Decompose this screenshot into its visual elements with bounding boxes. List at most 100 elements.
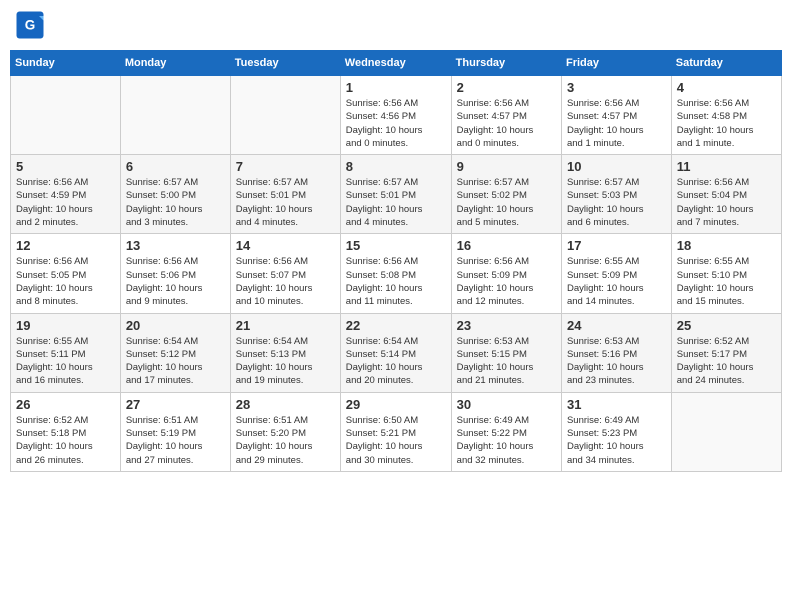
calendar-cell: 25 Sunrise: 6:52 AM Sunset: 5:17 PM Dayli… [671, 313, 781, 392]
day-number: 11 [677, 159, 776, 174]
day-info: Sunrise: 6:55 AM Sunset: 5:10 PM Dayligh… [677, 255, 776, 308]
day-info: Sunrise: 6:56 AM Sunset: 4:59 PM Dayligh… [16, 176, 115, 229]
calendar-cell: 31 Sunrise: 6:49 AM Sunset: 5:23 PM Dayli… [561, 392, 671, 471]
day-info: Sunrise: 6:55 AM Sunset: 5:11 PM Dayligh… [16, 335, 115, 388]
day-number: 18 [677, 238, 776, 253]
day-info: Sunrise: 6:51 AM Sunset: 5:20 PM Dayligh… [236, 414, 335, 467]
logo: G [15, 10, 47, 40]
calendar-cell [671, 392, 781, 471]
day-number: 15 [346, 238, 446, 253]
day-info: Sunrise: 6:52 AM Sunset: 5:17 PM Dayligh… [677, 335, 776, 388]
day-number: 28 [236, 397, 335, 412]
day-number: 19 [16, 318, 115, 333]
calendar-table: SundayMondayTuesdayWednesdayThursdayFrid… [10, 50, 782, 472]
day-info: Sunrise: 6:49 AM Sunset: 5:22 PM Dayligh… [457, 414, 556, 467]
day-number: 23 [457, 318, 556, 333]
day-info: Sunrise: 6:49 AM Sunset: 5:23 PM Dayligh… [567, 414, 666, 467]
day-info: Sunrise: 6:53 AM Sunset: 5:15 PM Dayligh… [457, 335, 556, 388]
calendar-cell: 29Sunrise: 6:50 AM Sunset: 5:21 PM Dayli… [340, 392, 451, 471]
calendar-cell: 16 Sunrise: 6:56 AM Sunset: 5:09 PM Dayli… [451, 234, 561, 313]
calendar-cell: 2 Sunrise: 6:56 AM Sunset: 4:57 PM Daylig… [451, 76, 561, 155]
day-info: Sunrise: 6:56 AM Sunset: 5:04 PM Dayligh… [677, 176, 776, 229]
calendar-cell: 27Sunrise: 6:51 AM Sunset: 5:19 PM Dayli… [120, 392, 230, 471]
calendar-week-row: 19 Sunrise: 6:55 AM Sunset: 5:11 PM Dayli… [11, 313, 782, 392]
calendar-cell: 6 Sunrise: 6:57 AM Sunset: 5:00 PM Daylig… [120, 155, 230, 234]
calendar-cell: 21 Sunrise: 6:54 AM Sunset: 5:13 PM Dayli… [230, 313, 340, 392]
calendar-cell: 9 Sunrise: 6:57 AM Sunset: 5:02 PM Daylig… [451, 155, 561, 234]
day-number: 6 [126, 159, 225, 174]
day-number: 29 [346, 397, 446, 412]
calendar-week-row: 5 Sunrise: 6:56 AM Sunset: 4:59 PM Daylig… [11, 155, 782, 234]
calendar-cell: 17 Sunrise: 6:55 AM Sunset: 5:09 PM Dayli… [561, 234, 671, 313]
day-info: Sunrise: 6:57 AM Sunset: 5:00 PM Dayligh… [126, 176, 225, 229]
day-number: 24 [567, 318, 666, 333]
day-info: Sunrise: 6:56 AM Sunset: 5:07 PM Dayligh… [236, 255, 335, 308]
day-number: 16 [457, 238, 556, 253]
calendar-week-row: 12 Sunrise: 6:56 AM Sunset: 5:05 PM Dayli… [11, 234, 782, 313]
day-info: Sunrise: 6:52 AM Sunset: 5:18 PM Dayligh… [16, 414, 115, 467]
day-info: Sunrise: 6:56 AM Sunset: 4:56 PM Dayligh… [346, 97, 446, 150]
calendar-cell: 26 Sunrise: 6:52 AM Sunset: 5:18 PM Dayli… [11, 392, 121, 471]
day-info: Sunrise: 6:55 AM Sunset: 5:09 PM Dayligh… [567, 255, 666, 308]
calendar-cell: 14 Sunrise: 6:56 AM Sunset: 5:07 PM Dayli… [230, 234, 340, 313]
day-info: Sunrise: 6:54 AM Sunset: 5:14 PM Dayligh… [346, 335, 446, 388]
day-number: 9 [457, 159, 556, 174]
day-number: 5 [16, 159, 115, 174]
calendar-cell: 15 Sunrise: 6:56 AM Sunset: 5:08 PM Dayli… [340, 234, 451, 313]
day-number: 22 [346, 318, 446, 333]
calendar-cell: 4 Sunrise: 6:56 AM Sunset: 4:58 PM Daylig… [671, 76, 781, 155]
day-info: Sunrise: 6:56 AM Sunset: 5:08 PM Dayligh… [346, 255, 446, 308]
calendar-cell: 23 Sunrise: 6:53 AM Sunset: 5:15 PM Dayli… [451, 313, 561, 392]
calendar-cell: 18 Sunrise: 6:55 AM Sunset: 5:10 PM Dayli… [671, 234, 781, 313]
day-number: 31 [567, 397, 666, 412]
day-info: Sunrise: 6:51 AM Sunset: 5:19 PM Dayligh… [126, 414, 225, 467]
calendar-cell [120, 76, 230, 155]
calendar-week-row: 26 Sunrise: 6:52 AM Sunset: 5:18 PM Dayli… [11, 392, 782, 471]
calendar-cell: 1Sunrise: 6:56 AM Sunset: 4:56 PM Daylig… [340, 76, 451, 155]
calendar-header-sunday: Sunday [11, 51, 121, 76]
calendar-cell: 12 Sunrise: 6:56 AM Sunset: 5:05 PM Dayli… [11, 234, 121, 313]
day-number: 25 [677, 318, 776, 333]
day-number: 2 [457, 80, 556, 95]
day-info: Sunrise: 6:53 AM Sunset: 5:16 PM Dayligh… [567, 335, 666, 388]
calendar-header-wednesday: Wednesday [340, 51, 451, 76]
calendar-header-friday: Friday [561, 51, 671, 76]
calendar-cell: 30 Sunrise: 6:49 AM Sunset: 5:22 PM Dayli… [451, 392, 561, 471]
page-header: G [10, 10, 782, 40]
calendar-header-row: SundayMondayTuesdayWednesdayThursdayFrid… [11, 51, 782, 76]
logo-icon: G [15, 10, 45, 40]
day-number: 21 [236, 318, 335, 333]
day-number: 8 [346, 159, 446, 174]
day-number: 12 [16, 238, 115, 253]
day-number: 30 [457, 397, 556, 412]
day-number: 26 [16, 397, 115, 412]
day-info: Sunrise: 6:56 AM Sunset: 4:58 PM Dayligh… [677, 97, 776, 150]
day-info: Sunrise: 6:56 AM Sunset: 4:57 PM Dayligh… [457, 97, 556, 150]
calendar-cell: 8Sunrise: 6:57 AM Sunset: 5:01 PM Daylig… [340, 155, 451, 234]
day-number: 17 [567, 238, 666, 253]
day-info: Sunrise: 6:56 AM Sunset: 5:09 PM Dayligh… [457, 255, 556, 308]
calendar-cell: 24 Sunrise: 6:53 AM Sunset: 5:16 PM Dayli… [561, 313, 671, 392]
day-number: 10 [567, 159, 666, 174]
day-number: 14 [236, 238, 335, 253]
calendar-cell: 7 Sunrise: 6:57 AM Sunset: 5:01 PM Daylig… [230, 155, 340, 234]
day-info: Sunrise: 6:57 AM Sunset: 5:02 PM Dayligh… [457, 176, 556, 229]
day-number: 3 [567, 80, 666, 95]
calendar-header-thursday: Thursday [451, 51, 561, 76]
calendar-cell [11, 76, 121, 155]
calendar-cell: 11 Sunrise: 6:56 AM Sunset: 5:04 PM Dayli… [671, 155, 781, 234]
calendar-cell: 19 Sunrise: 6:55 AM Sunset: 5:11 PM Dayli… [11, 313, 121, 392]
calendar-header-saturday: Saturday [671, 51, 781, 76]
day-info: Sunrise: 6:54 AM Sunset: 5:13 PM Dayligh… [236, 335, 335, 388]
day-info: Sunrise: 6:56 AM Sunset: 5:06 PM Dayligh… [126, 255, 225, 308]
day-number: 4 [677, 80, 776, 95]
calendar-cell: 13 Sunrise: 6:56 AM Sunset: 5:06 PM Dayli… [120, 234, 230, 313]
day-info: Sunrise: 6:57 AM Sunset: 5:01 PM Dayligh… [236, 176, 335, 229]
calendar-header-tuesday: Tuesday [230, 51, 340, 76]
day-number: 13 [126, 238, 225, 253]
calendar-cell [230, 76, 340, 155]
calendar-cell: 5 Sunrise: 6:56 AM Sunset: 4:59 PM Daylig… [11, 155, 121, 234]
calendar-header-monday: Monday [120, 51, 230, 76]
day-number: 7 [236, 159, 335, 174]
day-info: Sunrise: 6:56 AM Sunset: 5:05 PM Dayligh… [16, 255, 115, 308]
